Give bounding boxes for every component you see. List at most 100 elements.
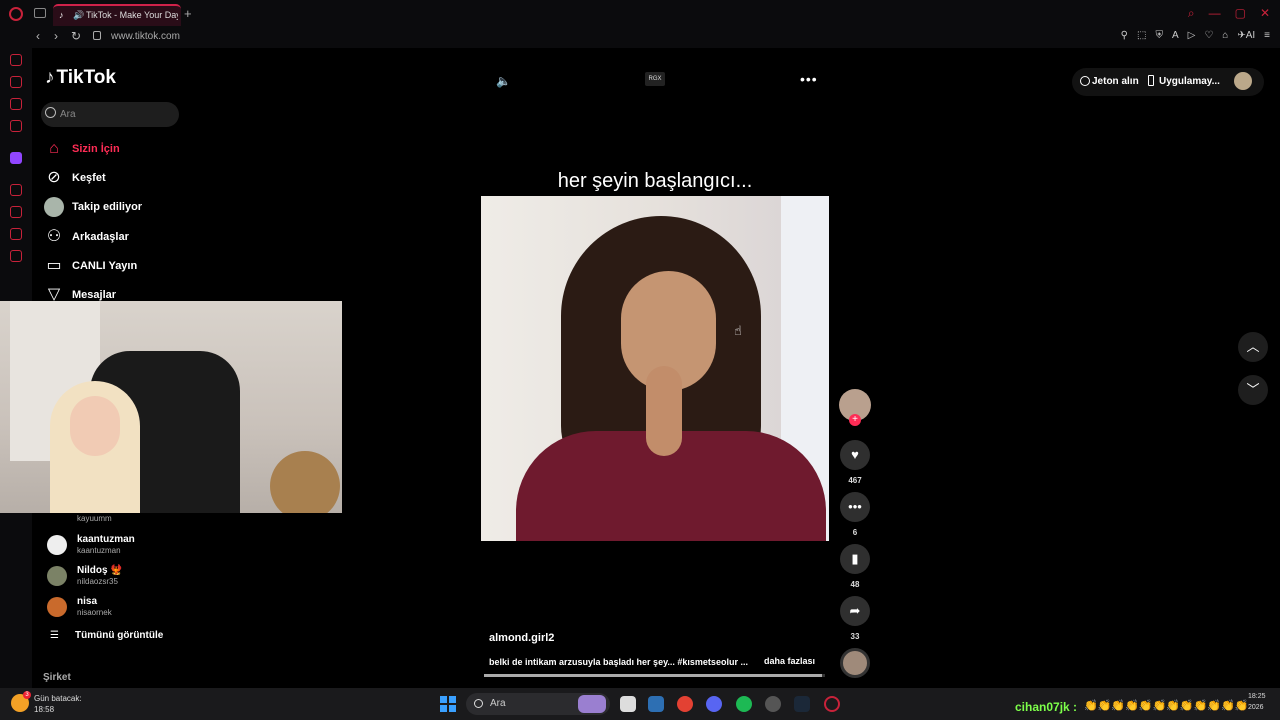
top-actions: Jeton alın Uygulamay... [1072, 68, 1264, 96]
profile-avatar[interactable] [1234, 72, 1252, 90]
video-player[interactable] [481, 196, 829, 541]
wallet-icon[interactable]: ⌂ [1222, 30, 1228, 41]
get-app-button[interactable]: Uygulamay... [1159, 76, 1220, 87]
nav-explore[interactable]: ⊘ Keşfet [44, 168, 194, 190]
nav-live[interactable]: ▭ CANLI Yayın [44, 256, 194, 278]
opera-gx-icon[interactable] [824, 696, 840, 712]
snapshot-icon[interactable]: ⬚ [1137, 30, 1146, 41]
nav-label: CANLI Yayın [72, 260, 138, 272]
sidebar-app-icon[interactable] [10, 76, 22, 88]
get-coins-button[interactable]: Jeton alın [1092, 76, 1139, 87]
nav-for-you[interactable]: ⌂ Sizin İçin [44, 139, 194, 161]
app-icon[interactable] [648, 696, 664, 712]
video-author[interactable]: almond.girl2 [489, 632, 554, 644]
window-controls: ⌕ — ▢ ✕ [1188, 6, 1270, 21]
comment-icon: ••• [848, 499, 862, 514]
taskbar-search-label: Ara [490, 698, 506, 709]
weather-badge: 3 [23, 691, 31, 699]
previous-video-button[interactable]: ︿ [1238, 332, 1268, 362]
taskbar-search[interactable]: Ara [466, 693, 610, 715]
search-icon [45, 107, 56, 118]
follow-plus-icon[interactable]: + [849, 414, 861, 426]
sidebar-app-icon[interactable] [10, 206, 22, 218]
discord-icon[interactable] [706, 696, 722, 712]
volume-icon[interactable]: 🔈 [496, 74, 511, 88]
tiktok-favicon-icon: ♪ [59, 10, 64, 20]
forward-button[interactable]: › [54, 29, 58, 43]
comment-count: 6 [852, 528, 858, 537]
logo-text: TikTok [56, 67, 116, 88]
share-button[interactable]: ➦ [840, 596, 870, 626]
sidebar-app-icon[interactable] [10, 120, 22, 132]
account-handle: kaantuzman [77, 546, 121, 555]
compass-icon: ⊘ [47, 169, 61, 186]
following-account[interactable]: Nildoş 🐦‍🔥 nildaozsr35 [46, 563, 196, 591]
new-tab-button[interactable]: + [184, 6, 192, 21]
browser-tab[interactable]: ♪ 🔊 TikTok - Make Your Day [53, 4, 181, 26]
start-tile [449, 696, 456, 703]
lock-icon [93, 31, 101, 40]
account-name: Nildoş 🐦‍🔥 [77, 565, 123, 576]
back-button[interactable]: ‹ [36, 29, 40, 43]
file-explorer-icon[interactable] [620, 696, 636, 712]
opera-logo-icon[interactable] [9, 7, 23, 21]
sidebar-app-icon[interactable] [10, 98, 22, 110]
nav-label: Arkadaşlar [72, 231, 129, 243]
video-progress-bar[interactable] [484, 674, 825, 677]
heart-icon[interactable]: ♡ [1204, 30, 1213, 41]
search-input[interactable]: Ara [41, 102, 179, 127]
tab-manager-icon[interactable] [34, 8, 46, 18]
nav-following[interactable]: Takip ediliyor [44, 197, 194, 219]
windows-start-icon[interactable] [440, 696, 456, 712]
search-icon [474, 699, 483, 708]
settings-icon[interactable] [10, 250, 22, 262]
reload-button[interactable]: ↻ [71, 29, 81, 43]
following-account[interactable]: kaantuzman kaantuzman [46, 532, 196, 560]
coin-icon [1080, 76, 1090, 86]
translate-icon[interactable]: A [1172, 30, 1179, 41]
webcam-face [70, 396, 120, 456]
chevron-down-icon: ﹀ [1246, 382, 1260, 397]
tiktok-logo[interactable]: ♪ TikTok [45, 67, 116, 89]
ai-icon[interactable]: ✈AI [1237, 30, 1255, 41]
menu-icon[interactable]: ≡ [1264, 30, 1270, 41]
close-button[interactable]: ✕ [1260, 6, 1270, 21]
more-options-icon[interactable]: ••• [800, 71, 818, 87]
like-button[interactable]: ♥ [840, 440, 870, 470]
webcam-teddy-bear [270, 451, 340, 513]
tiktok-note-icon: ♪ [45, 67, 55, 88]
save-button[interactable]: ▮ [840, 544, 870, 574]
webcam-overlay [0, 301, 342, 513]
play-icon[interactable]: ▷ [1188, 30, 1196, 41]
company-link[interactable]: Şirket [43, 672, 71, 683]
comment-button[interactable]: ••• [840, 492, 870, 522]
maximize-button[interactable]: ▢ [1235, 6, 1246, 21]
see-more-link[interactable]: daha fazlası [764, 656, 815, 666]
spotify-icon[interactable] [736, 696, 752, 712]
next-video-button[interactable]: ﹀ [1238, 375, 1268, 405]
nav-friends[interactable]: ⚇ Arkadaşlar [44, 227, 194, 249]
start-tile [440, 696, 447, 703]
video-caption-overlay: her şeyin başlangıcı... [557, 170, 753, 192]
clock-date: 2026 [1248, 704, 1264, 711]
minimize-button[interactable]: — [1209, 6, 1221, 21]
account-name: kaantuzman [77, 534, 135, 545]
mouse-cursor-icon: ☝ [734, 323, 742, 338]
chrome-icon[interactable] [677, 696, 693, 712]
steam-icon[interactable] [794, 696, 810, 712]
sidebar-app-icon[interactable] [10, 228, 22, 240]
app-icon[interactable] [765, 696, 781, 712]
twitch-icon[interactable] [10, 152, 22, 164]
phone-icon [1148, 75, 1154, 86]
nav-label: Keşfet [72, 172, 106, 184]
music-disc-avatar[interactable] [840, 648, 870, 678]
sidebar-app-icon[interactable] [10, 184, 22, 196]
search-tabs-icon[interactable]: ⌕ [1188, 6, 1195, 21]
list-icon: ☰ [50, 630, 59, 641]
pin-icon[interactable]: ⚲ [1121, 30, 1128, 41]
url-field[interactable]: www.tiktok.com [111, 31, 180, 42]
speaker-icon[interactable]: 🔊 [73, 10, 84, 21]
shield-icon[interactable]: ⛨ [1155, 30, 1163, 41]
following-account[interactable]: nisa nisaornek [46, 594, 196, 622]
sidebar-app-icon[interactable] [10, 54, 22, 66]
